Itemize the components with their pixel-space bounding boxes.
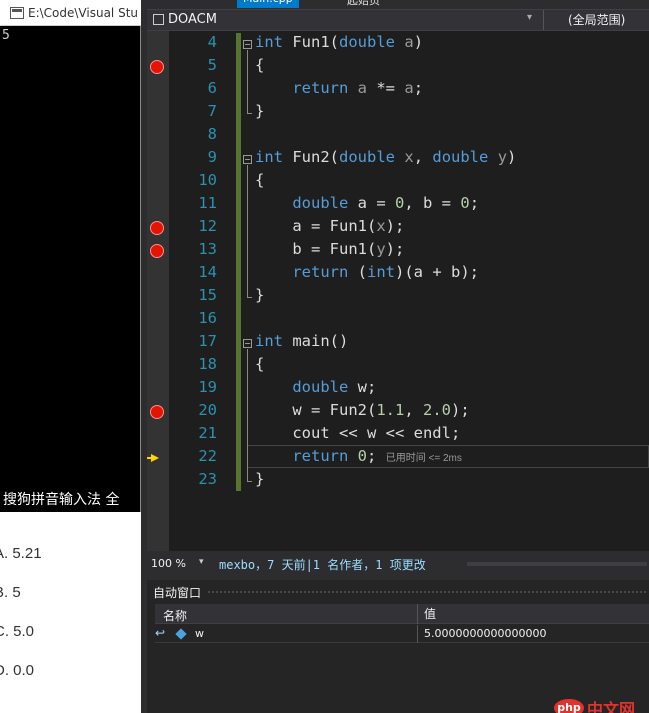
variable-icon [175, 628, 187, 640]
code-line[interactable]: cout << w << endl; [255, 424, 460, 442]
line-number: 5 [207, 56, 217, 74]
instruction-pointer-icon[interactable] [147, 454, 159, 462]
breakpoint-icon[interactable] [150, 244, 164, 258]
tab-main-cpp[interactable]: Main.cpp [237, 0, 299, 8]
codelens-info[interactable]: mexbo，7 天前|1 名作者，1 项更改 [219, 556, 426, 573]
autos-title: 自动窗口 [153, 586, 202, 600]
code-line[interactable]: w = Fun2(1.1, 2.0); [255, 401, 469, 419]
project-name: DOACM [168, 12, 217, 27]
line-number: 23 [198, 470, 217, 488]
code-line[interactable]: double a = 0, b = 0; [255, 194, 479, 212]
console-title: E:\Code\Visual Stu [28, 5, 138, 20]
line-number: 9 [207, 148, 217, 166]
fold-toggle-icon[interactable]: − [243, 155, 252, 164]
line-number: 18 [198, 355, 217, 373]
autos-header: 名称 值 [155, 604, 649, 624]
code-line[interactable]: int Fun2(double x, double y) [255, 148, 516, 166]
code-line[interactable]: int Fun1(double a) [255, 33, 423, 51]
column-name-header[interactable]: 名称 [163, 607, 187, 624]
elapsed-time-hint: 已用时间 <= 2ms [385, 453, 462, 464]
quiz-option-c: C. 5.0 [0, 623, 35, 640]
line-number: 19 [198, 378, 217, 396]
code-line[interactable]: } [255, 102, 264, 120]
site-watermark: php 中文网 [554, 696, 635, 713]
navigation-bar: DOACM ▾ (全局范围) [147, 9, 649, 31]
line-number: 14 [198, 263, 217, 281]
line-number: 15 [198, 286, 217, 304]
autos-window: 自动窗口 名称 值 ↩ w 5.0000000000000000 [147, 580, 649, 713]
variable-name: w [195, 627, 204, 640]
code-line[interactable]: b = Fun1(y); [255, 240, 404, 258]
code-line[interactable]: { [255, 355, 264, 373]
return-value-icon: ↩ [155, 626, 166, 640]
fold-guide [247, 349, 248, 481]
code-line[interactable]: return (int)(a + b); [255, 263, 479, 281]
column-value-header[interactable]: 值 [417, 604, 436, 624]
document-tabs: Main.cpp 起始页 [141, 0, 649, 8]
line-number: 17 [198, 332, 217, 350]
php-logo: php [554, 699, 584, 713]
quiz-option-b: B. 5 [0, 584, 21, 601]
fold-guide-end [247, 481, 252, 482]
autos-row[interactable]: ↩ w 5.0000000000000000 [155, 625, 649, 643]
fold-guide [247, 165, 248, 297]
line-number: 7 [207, 102, 217, 120]
fold-guide [247, 50, 248, 113]
line-number: 6 [207, 79, 217, 97]
line-number: 13 [198, 240, 217, 258]
horizontal-scrollbar[interactable] [467, 562, 647, 566]
breakpoint-icon[interactable] [150, 60, 164, 74]
editor-status-bar: 100 % ▾ mexbo，7 天前|1 名作者，1 项更改 [147, 553, 649, 575]
code-line[interactable]: double w; [255, 378, 376, 396]
line-number: 10 [198, 171, 217, 189]
breakpoint-margin[interactable] [147, 31, 169, 551]
console-output: 5 [2, 28, 10, 43]
scope-dropdown[interactable]: (全局范围) [543, 10, 649, 30]
breakpoint-icon[interactable] [150, 405, 164, 419]
code-line[interactable]: a = Fun1(x); [255, 217, 404, 235]
zoom-dropdown-icon[interactable]: ▾ [199, 557, 204, 567]
tab-start-page[interactable]: 起始页 [341, 0, 386, 8]
line-number: 8 [207, 125, 217, 143]
line-number: 20 [198, 401, 217, 419]
panel-grip[interactable] [207, 590, 647, 594]
chevron-down-icon[interactable]: ▾ [527, 12, 532, 23]
quiz-option-d: D. 0.0 [0, 662, 35, 679]
code-line[interactable]: } [255, 286, 264, 304]
variable-value[interactable]: 5.0000000000000000 [417, 625, 546, 643]
project-icon [153, 14, 164, 25]
console-title-bar[interactable]: E:\Code\Visual Stu [0, 0, 141, 26]
console-window: E:\Code\Visual Stu 5 搜狗拼音输入法 全 [0, 0, 141, 512]
fold-guide-end [247, 113, 252, 114]
line-number: 21 [198, 424, 217, 442]
visual-studio-ide: Main.cpp 起始页 DOACM ▾ (全局范围) 4 int Fun1(do… [141, 0, 649, 713]
line-number: 12 [198, 217, 217, 235]
line-number: 22 [198, 447, 217, 465]
zoom-level[interactable]: 100 % [151, 557, 186, 570]
breakpoint-icon[interactable] [150, 221, 164, 235]
fold-guide-end [247, 297, 252, 298]
code-line[interactable]: int main() [255, 332, 348, 350]
project-dropdown[interactable]: DOACM [153, 12, 217, 27]
quiz-option-a: A. 5.21 [0, 545, 42, 562]
line-number: 4 [207, 33, 217, 51]
code-line[interactable]: } [255, 470, 264, 488]
fold-toggle-icon[interactable]: − [243, 339, 252, 348]
code-line[interactable]: { [255, 56, 264, 74]
code-line[interactable]: return a *= a; [255, 79, 423, 97]
code-line[interactable]: return 0; 已用时间 <= 2ms [255, 447, 462, 465]
console-window-icon [10, 6, 24, 19]
code-line[interactable]: { [255, 171, 264, 189]
line-number: 16 [198, 309, 217, 327]
change-tracking-bar [236, 33, 241, 491]
ime-status-bar[interactable]: 搜狗拼音输入法 全 [0, 488, 141, 512]
line-number: 11 [198, 194, 217, 212]
fold-toggle-icon[interactable]: − [243, 40, 252, 49]
code-editor[interactable]: 4 int Fun1(double a) 5 {6 return a *= a; 7} 8… [147, 31, 649, 551]
watermark-text: 中文网 [587, 700, 636, 713]
quiz-options: A. 5.21 B. 5 C. 5.0 D. 0.0 [0, 512, 141, 713]
